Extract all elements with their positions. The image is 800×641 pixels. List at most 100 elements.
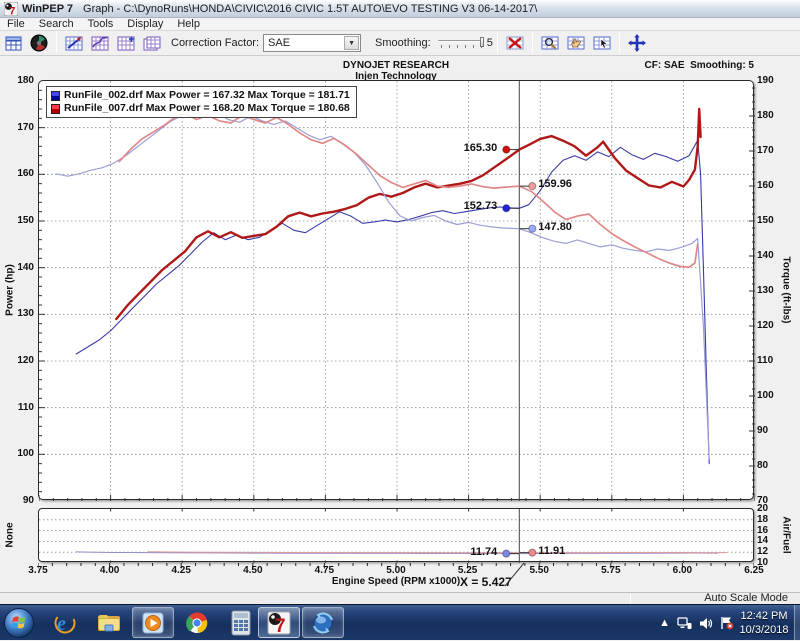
cursor-value-label: 147.80 (538, 221, 596, 233)
select-graph-icon[interactable] (590, 33, 614, 54)
menu-display[interactable]: Display (120, 18, 170, 30)
graph-overlay-icon[interactable] (88, 33, 112, 54)
taskbar-dyno-globe-icon[interactable] (302, 607, 344, 638)
close-graph-icon[interactable] (503, 33, 527, 54)
dyno-shop-name: DYNOJET RESEARCH (196, 60, 596, 71)
af-axis-title: Air/Fuel (781, 516, 792, 553)
rpm-tick-label: 3.75 (23, 565, 53, 576)
graph-new-icon[interactable] (62, 33, 86, 54)
af-left-axis-title: None (5, 523, 16, 548)
legend-text-run007: RunFile_007.drf Max Power = 168.20 Max T… (64, 102, 350, 115)
graph-multi-icon[interactable] (140, 33, 164, 54)
torque-tick-label: 130 (757, 285, 779, 296)
toolbar-separator (497, 33, 498, 53)
power-tick-label: 140 (8, 262, 34, 273)
window-title: Graph - C:\DynoRuns\HONDA\CIVIC\2016 CIV… (83, 3, 537, 15)
taskbar-clock[interactable]: 12:42 PM 10/3/2018 (736, 609, 792, 637)
chart-settings-readout: CF: SAE Smoothing: 5 (645, 60, 754, 71)
tray-expand-icon[interactable]: ▲ (659, 618, 670, 629)
title-bar: 7 WinPEP 7 Graph - C:\DynoRuns\HONDA\CIV… (0, 0, 800, 18)
status-bar: Auto Scale Mode (0, 592, 800, 604)
menu-help[interactable]: Help (170, 18, 207, 30)
main-plot[interactable] (38, 80, 754, 500)
power-tick-label: 110 (8, 402, 34, 413)
taskbar: e 7 ▲ 12:42 PM 10/3/2018 (0, 604, 800, 640)
chevron-down-icon[interactable]: ▼ (344, 36, 359, 50)
taskbar-chrome-icon[interactable] (176, 607, 218, 638)
scale-mode-status: Auto Scale Mode (704, 592, 788, 604)
move-axes-icon[interactable] (625, 33, 649, 54)
graph-panel: DYNOJET RESEARCH Injen Technology CF: SA… (0, 56, 800, 592)
cursor-value-label: 165.30 (439, 142, 497, 154)
af-tick-label: 18 (757, 514, 779, 525)
torque-tick-label: 180 (757, 110, 779, 121)
svg-text:e: e (57, 613, 66, 635)
power-tick-label: 160 (8, 168, 34, 179)
smoothing-value: 5 (487, 37, 493, 49)
correction-factor-label: Correction Factor: (171, 37, 259, 49)
power-tick-label: 180 (8, 75, 34, 86)
smoothing-slider-thumb[interactable] (480, 37, 484, 47)
torque-axis-title: Torque (ft-lbs) (781, 256, 792, 323)
windows-flag-icon (11, 615, 27, 631)
runlist-grid-icon[interactable] (1, 33, 25, 54)
toolbar-separator (56, 33, 57, 53)
power-tick-label: 130 (8, 308, 34, 319)
power-tick-label: 170 (8, 122, 34, 133)
winpep-app-icon: 7 (4, 2, 18, 16)
pan-graph-icon[interactable] (564, 33, 588, 54)
volume-icon[interactable] (699, 617, 713, 630)
taskbar-calculator-icon[interactable] (220, 607, 262, 638)
rpm-tick-label: 4.00 (95, 565, 125, 576)
taskbar-winpep-icon[interactable]: 7 (258, 607, 300, 638)
rpm-tick-label: 4.75 (309, 565, 339, 576)
toolbar-separator (532, 33, 533, 53)
correction-factor-value: SAE (268, 37, 290, 49)
power-tick-label: 100 (8, 448, 34, 459)
show-desktop-button[interactable] (794, 605, 800, 641)
menu-tools[interactable]: Tools (81, 18, 121, 30)
smoothing-slider[interactable] (438, 36, 484, 50)
rpm-tick-label: 4.50 (238, 565, 268, 576)
legend-row-run007: RunFile_007.drf Max Power = 168.20 Max T… (51, 102, 350, 115)
torque-tick-label: 110 (757, 355, 779, 366)
taskbar-explorer-icon[interactable] (88, 607, 130, 638)
status-bar-divider (630, 594, 631, 604)
torque-tick-label: 170 (757, 145, 779, 156)
action-center-flag-icon[interactable] (720, 616, 734, 630)
cursor-value-label: 159.96 (538, 178, 596, 190)
rpm-tick-label: 4.25 (166, 565, 196, 576)
taskbar-media-player-icon[interactable] (132, 607, 174, 638)
menu-bar: File Search Tools Display Help (0, 18, 800, 31)
power-tick-label: 120 (8, 355, 34, 366)
cursor-value-label: 152.73 (439, 200, 497, 212)
af-tick-label: 12 (757, 546, 779, 557)
legend-swatch-run002 (51, 91, 60, 101)
svg-text:7: 7 (275, 616, 286, 636)
taskbar-ie-icon[interactable]: e (44, 607, 86, 638)
smoothing-label: Smoothing: (375, 37, 431, 49)
af-tick-label: 16 (757, 525, 779, 536)
af-tick-label: 20 (757, 503, 779, 514)
rpm-tick-label: 6.25 (739, 565, 769, 576)
rpm-tick-label: 6.00 (667, 565, 697, 576)
correction-factor-select[interactable]: SAE ▼ (263, 34, 361, 52)
menu-search[interactable]: Search (32, 18, 81, 30)
toolbar-separator (619, 33, 620, 53)
torque-tick-label: 80 (757, 460, 779, 471)
clock-time: 12:42 PM (736, 609, 792, 623)
clock-date: 10/3/2018 (736, 623, 792, 637)
graph-add-icon[interactable] (114, 33, 138, 54)
torque-tick-label: 100 (757, 390, 779, 401)
air-fuel-plot[interactable] (38, 508, 754, 562)
network-icon[interactable] (677, 617, 692, 630)
start-button[interactable] (4, 608, 34, 638)
dyno-wheel-icon[interactable] (27, 33, 51, 54)
legend-text-run002: RunFile_002.drf Max Power = 167.32 Max T… (64, 89, 350, 102)
torque-tick-label: 140 (757, 250, 779, 261)
menu-file[interactable]: File (0, 18, 32, 30)
rpm-tick-label: 5.50 (524, 565, 554, 576)
rpm-tick-label: 5.75 (596, 565, 626, 576)
legend-box: RunFile_002.drf Max Power = 167.32 Max T… (46, 86, 357, 118)
zoom-graph-icon[interactable] (538, 33, 562, 54)
